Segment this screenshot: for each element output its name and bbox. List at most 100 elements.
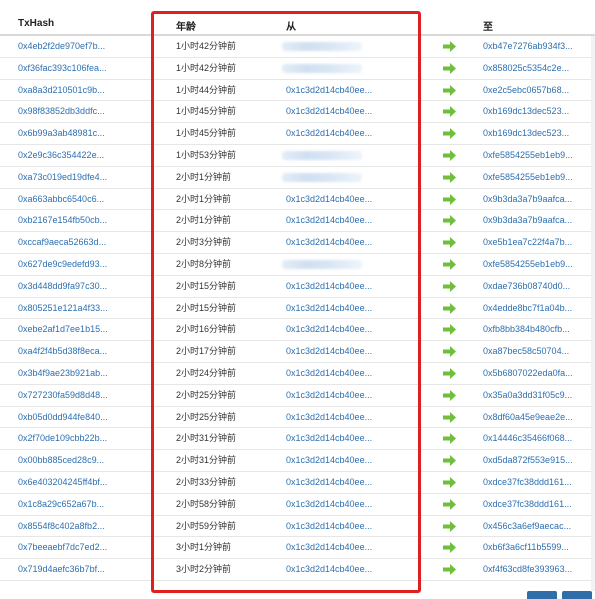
to-address-link[interactable]: 0xfb8bb384b480cfb... [483,324,570,335]
tx-hash-link[interactable]: 0x6b99a3ab48981c... [18,128,105,139]
tx-hash-link[interactable]: 0x2f70de109cbb22b... [18,433,107,444]
tx-hash-link[interactable]: 0x6e403204245ff4bf... [18,477,107,488]
from-address-link[interactable]: 0x1c3d2d14cb40ee... [286,368,372,379]
from-address-redacted [282,172,362,182]
from-address-link[interactable]: 0x1c3d2d14cb40ee... [286,324,372,335]
tx-hash-link[interactable]: 0x4eb2f2de970ef7b... [18,41,105,52]
table-row: 0x98f83852db3ddfc... 1小时45分钟前 0x1c3d2d14cb… [0,101,595,124]
tx-hash-link[interactable]: 0xf36fac393c106fea... [18,63,107,74]
tx-hash-link[interactable]: 0x3b4f9ae23b921ab... [18,368,108,379]
tx-hash-link[interactable]: 0x98f83852db3ddfc... [18,106,105,117]
column-header-txhash[interactable]: TxHash [18,18,54,29]
tx-hash-link[interactable]: 0x00bb885ced28c9... [18,455,104,466]
tx-hash-link[interactable]: 0x727230fa59d8d48... [18,390,108,401]
table-row: 0x1c8a29c652a67b... 2小时58分钟前 0x1c3d2d14cb4… [0,493,595,516]
from-address-link[interactable]: 0x1c3d2d14cb40ee... [286,521,372,532]
to-address-link[interactable]: 0x9b3da3a7b9aafca... [483,194,572,205]
tx-hash-link[interactable]: 0x719d4aefc36b7bf... [18,564,105,575]
table-row: 0x805251e121a4f33... 2小时15分钟前 0x1c3d2d14cb… [0,298,595,320]
to-address-link[interactable]: 0xe2c5ebc0657b68... [483,85,569,96]
from-address-link[interactable]: 0x1c3d2d14cb40ee... [286,85,372,96]
tx-hash-link[interactable]: 0x1c8a29c652a67b... [18,499,104,510]
tx-age: 1小时44分钟前 [176,84,237,95]
to-address-link[interactable]: 0xdce37fc38ddd161... [483,499,572,510]
tx-hash-link[interactable]: 0x7beeaebf7dc7ed2... [18,542,107,553]
from-address-link[interactable]: 0x1c3d2d14cb40ee... [286,237,372,248]
arrow-right-icon [443,128,456,140]
from-address-link[interactable]: 0x1c3d2d14cb40ee... [286,412,372,423]
to-address-link[interactable]: 0x8df60a45e9eae2e... [483,412,573,423]
tx-hash-link[interactable]: 0xccaf9aeca52663d... [18,237,106,248]
table-row: 0xb2167e154fb50cb... 2小时1分钟前 0x1c3d2d14cb4… [0,210,595,233]
to-address-link[interactable]: 0xb169dc13dec523... [483,128,569,139]
tx-hash-link[interactable]: 0x627de9c9edefd93... [18,259,107,270]
to-address-link[interactable]: 0x456c3a6ef9aecac... [483,521,571,532]
to-address-link[interactable]: 0xd5da872f553e915... [483,455,573,466]
to-address-link[interactable]: 0x858025c5354c2e... [483,63,569,74]
column-header-from[interactable]: 从 [286,18,296,33]
to-address-link[interactable]: 0xe5b1ea7c22f4a7b... [483,237,572,248]
from-address-link[interactable]: 0x1c3d2d14cb40ee... [286,455,372,466]
from-address-link[interactable]: 0x1c3d2d14cb40ee... [286,106,372,117]
from-address-link[interactable]: 0x1c3d2d14cb40ee... [286,128,372,139]
table-row: 0xa663abbc6540c6... 2小时1分钟前 0x1c3d2d14cb40… [0,188,595,211]
tx-age: 2小时24分钟前 [176,368,237,378]
from-address-link[interactable]: 0x1c3d2d14cb40ee... [286,303,372,314]
from-address-link[interactable]: 0x1c3d2d14cb40ee... [286,477,372,488]
tx-hash-link[interactable]: 0x2e9c36c354422e... [18,150,104,161]
column-header-age[interactable]: 年龄 [176,18,196,33]
to-address-link[interactable]: 0xb169dc13dec523... [483,106,569,117]
to-address-link[interactable]: 0xb47e7276ab934f3... [483,41,573,52]
to-address-link[interactable]: 0xdce37fc38ddd161... [483,477,572,488]
tx-hash-link[interactable]: 0xa4f2f4b5d38f8eca... [18,346,107,357]
to-address-link[interactable]: 0x5b6807022eda0fa... [483,368,573,379]
pagination-prev-button[interactable] [527,591,557,599]
arrow-right-icon [443,411,456,423]
tx-hash-link[interactable]: 0xb05d0dd944fe840... [18,412,108,423]
tx-hash-link[interactable]: 0xb2167e154fb50cb... [18,215,107,226]
tx-hash-link[interactable]: 0x8554f8c402a8fb2... [18,521,105,532]
from-address-link[interactable]: 0x1c3d2d14cb40ee... [286,194,372,205]
arrow-right-icon [443,324,456,336]
from-address-link[interactable]: 0x1c3d2d14cb40ee... [286,390,372,401]
from-address-link[interactable]: 0x1c3d2d14cb40ee... [286,564,372,575]
tx-hash-link[interactable]: 0x805251e121a4f33... [18,303,108,314]
from-address-link[interactable]: 0x1c3d2d14cb40ee... [286,433,372,444]
tx-age: 1小时42分钟前 [176,62,237,73]
arrow-right-icon [443,302,456,314]
from-address-redacted [282,151,362,160]
from-address-link[interactable]: 0x1c3d2d14cb40ee... [286,281,372,292]
tx-hash-link[interactable]: 0x3d448dd9fa97c30... [18,281,107,292]
table-row: 0x00bb885ced28c9... 2小时31分钟前 0x1c3d2d14cb4… [0,450,595,472]
scrollbar[interactable] [591,36,595,591]
to-address-link[interactable]: 0x4edde8bc7f1a04b... [483,303,572,314]
tx-age: 3小时1分钟前 [176,542,232,553]
from-address-link[interactable]: 0x1c3d2d14cb40ee... [286,542,372,553]
to-address-link[interactable]: 0xfe5854255eb1eb9... [483,150,573,161]
to-address-link[interactable]: 0xfe5854255eb1eb9... [483,259,573,270]
from-address-link[interactable]: 0x1c3d2d14cb40ee... [286,215,372,226]
tx-hash-link[interactable]: 0xebe2af1d7ee1b15... [18,324,108,335]
tx-hash-link[interactable]: 0xa8a3d210501c9b... [18,85,105,96]
from-address-link[interactable]: 0x1c3d2d14cb40ee... [286,346,372,357]
column-header-to[interactable]: 至 [483,18,493,33]
table-row: 0xf36fac393c106fea... 1小时42分钟前 0x858025c53… [0,57,595,80]
to-address-link[interactable]: 0xdae736b08740d0... [483,281,570,292]
arrow-right-icon [443,346,456,358]
tx-hash-link[interactable]: 0xa663abbc6540c6... [18,194,104,205]
pagination-next-button[interactable] [562,591,592,599]
arrow-right-icon [443,171,456,183]
to-address-link[interactable]: 0x9b3da3a7b9aafca... [483,215,572,226]
to-address-link[interactable]: 0xb6f3a6cf11b5599... [483,542,569,553]
table-row: 0x7beeaebf7dc7ed2... 3小时1分钟前 0x1c3d2d14cb4… [0,537,595,560]
from-address-redacted [282,260,362,269]
table-row: 0x8554f8c402a8fb2... 2小时59分钟前 0x1c3d2d14cb… [0,516,595,538]
from-address-link[interactable]: 0x1c3d2d14cb40ee... [286,499,372,510]
to-address-link[interactable]: 0xfe5854255eb1eb9... [483,172,573,183]
to-address-link[interactable]: 0x35a0a3dd31f05c9... [483,390,572,401]
to-address-link[interactable]: 0xa87bec58c50704... [483,346,569,357]
to-address-link[interactable]: 0xf4f63cd8fe393963... [483,564,572,575]
tx-hash-link[interactable]: 0xa73c019ed19dfe4... [18,172,107,183]
tx-age: 2小时25分钟前 [176,389,237,400]
to-address-link[interactable]: 0x14446c35466f068... [483,433,572,444]
